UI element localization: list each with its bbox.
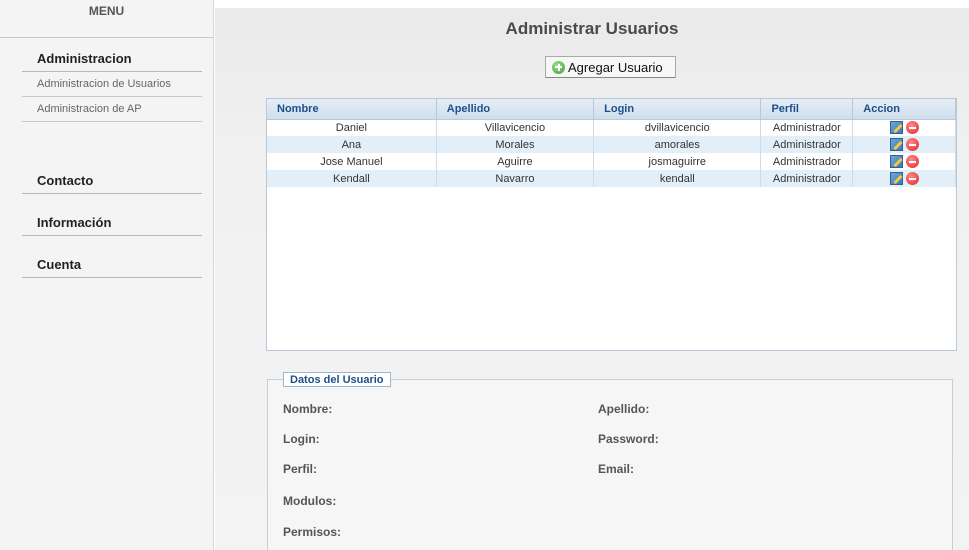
users-table: Nombre Apellido Login Perfil Accion Dani…: [267, 99, 956, 187]
delete-icon[interactable]: [905, 138, 919, 151]
sidebar-item-administracion[interactable]: Administracion: [22, 46, 202, 72]
column-header-apellido[interactable]: Apellido: [436, 99, 595, 120]
label-modulos: Modulos:: [283, 494, 337, 508]
table-header-row: Nombre Apellido Login Perfil Accion: [267, 99, 956, 120]
label-email: Email:: [598, 462, 635, 476]
cell-perfil: Administrador: [760, 119, 854, 136]
cell-accion: [852, 153, 956, 170]
column-header-accion[interactable]: Accion: [852, 99, 956, 120]
cell-apellido: Aguirre: [436, 153, 595, 170]
table-row[interactable]: Daniel Villavicencio dvillavicencio Admi…: [267, 119, 956, 136]
table-row[interactable]: Jose Manuel Aguirre josmaguirre Administ…: [267, 153, 956, 170]
cell-perfil: Administrador: [760, 153, 854, 170]
label-login: Login:: [283, 432, 320, 446]
edit-icon[interactable]: [889, 138, 903, 151]
sidebar-item-administracion-usuarios[interactable]: Administracion de Usuarios: [22, 72, 202, 97]
label-permisos: Permisos:: [283, 525, 342, 539]
table-row[interactable]: Ana Morales amorales Administrador: [267, 136, 956, 153]
cell-apellido: Navarro: [436, 170, 595, 187]
cell-perfil: Administrador: [760, 170, 854, 187]
label-apellido: Apellido:: [598, 402, 650, 416]
sidebar-section-cuenta: Cuenta: [22, 252, 202, 278]
cell-login: kendall: [593, 170, 762, 187]
menu-title: MENU: [0, 0, 213, 38]
sidebar-section-contacto: Contacto: [22, 168, 202, 194]
cell-apellido: Morales: [436, 136, 595, 153]
label-nombre: Nombre:: [283, 402, 333, 416]
sidebar-section-administracion: Administracion Administracion de Usuario…: [22, 46, 202, 122]
add-user-button-label: Agregar Usuario: [568, 59, 663, 75]
sidebar-item-administracion-ap[interactable]: Administracion de AP: [22, 97, 202, 122]
label-password: Password:: [598, 432, 659, 446]
cell-nombre: Kendall: [267, 170, 437, 187]
cell-accion: [852, 136, 956, 153]
delete-icon[interactable]: [905, 172, 919, 185]
main-content: Administrar Usuarios Agregar Usuario Nom…: [215, 8, 969, 550]
cell-login: dvillavicencio: [593, 119, 762, 136]
cell-login: josmaguirre: [593, 153, 762, 170]
column-header-perfil[interactable]: Perfil: [760, 99, 854, 120]
edit-icon[interactable]: [889, 155, 903, 168]
sidebar-item-cuenta[interactable]: Cuenta: [22, 252, 202, 278]
sidebar-section-informacion: Información: [22, 210, 202, 236]
cell-perfil: Administrador: [760, 136, 854, 153]
cell-nombre: Jose Manuel: [267, 153, 437, 170]
cell-nombre: Daniel: [267, 119, 437, 136]
delete-icon[interactable]: [905, 155, 919, 168]
cell-login: amorales: [593, 136, 762, 153]
add-user-button[interactable]: Agregar Usuario: [545, 56, 676, 78]
users-grid: Nombre Apellido Login Perfil Accion Dani…: [266, 98, 957, 351]
edit-icon[interactable]: [889, 172, 903, 185]
cell-accion: [852, 119, 956, 136]
cell-apellido: Villavicencio: [436, 119, 595, 136]
sidebar: MENU Administracion Administracion de Us…: [0, 0, 214, 550]
fieldset-legend: Datos del Usuario: [283, 372, 391, 387]
sidebar-item-informacion[interactable]: Información: [22, 210, 202, 236]
column-header-login[interactable]: Login: [593, 99, 762, 120]
user-details-fieldset: Datos del Usuario Nombre: Apellido: Logi…: [267, 372, 953, 550]
delete-icon[interactable]: [905, 121, 919, 135]
plus-circle-icon: [552, 60, 565, 74]
table-row[interactable]: Kendall Navarro kendall Administrador: [267, 170, 956, 187]
label-perfil: Perfil:: [283, 462, 318, 476]
edit-icon[interactable]: [889, 121, 903, 135]
cell-nombre: Ana: [267, 136, 437, 153]
cell-accion: [852, 170, 956, 187]
page-title: Administrar Usuarios: [505, 19, 679, 38]
sidebar-item-contacto[interactable]: Contacto: [22, 168, 202, 194]
column-header-nombre[interactable]: Nombre: [267, 99, 437, 120]
